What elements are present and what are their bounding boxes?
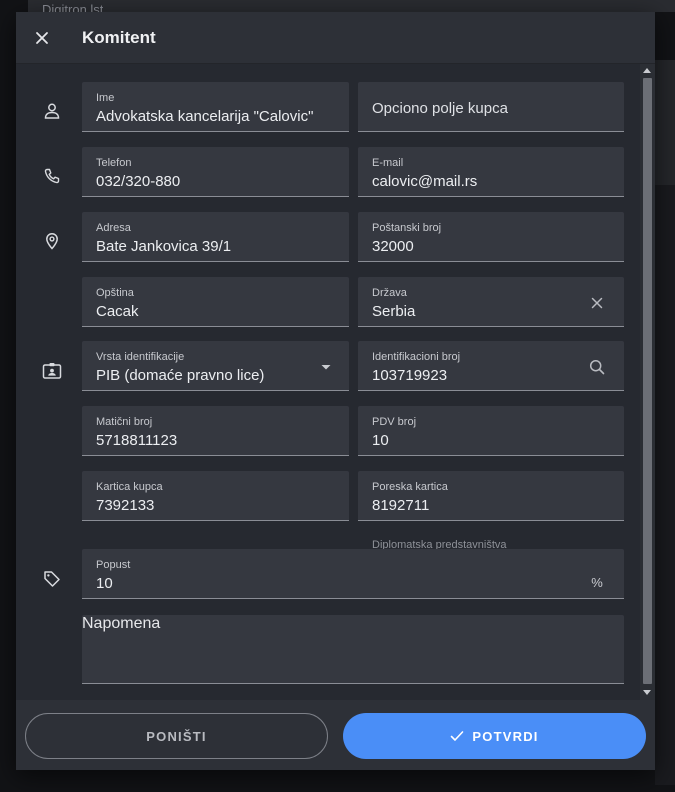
scrollbar[interactable] xyxy=(640,64,655,700)
maticni-broj-label: Matični broj xyxy=(96,416,153,428)
close-icon xyxy=(36,32,48,44)
poreska-kartica-label: Poreska kartica xyxy=(372,481,448,493)
ime-label: Ime xyxy=(96,92,115,104)
opstina-value: Cacak xyxy=(96,303,139,320)
napomena-textarea[interactable]: Napomena xyxy=(82,615,624,684)
ime-value: Advokatska kancelarija "Calovic" xyxy=(96,108,314,125)
vrsta-identifikacije-select[interactable]: Vrsta identifikacije PIB (domaće pravno … xyxy=(82,341,349,391)
tag-icon xyxy=(42,569,62,589)
dialog-title: Komitent xyxy=(82,28,156,47)
adresa-label: Adresa xyxy=(96,222,131,234)
pdv-broj-label: PDV broj xyxy=(372,416,417,428)
kartica-kupca-field[interactable]: Kartica kupca 7392133 xyxy=(82,471,349,521)
background-panel-lower xyxy=(655,185,675,785)
poreska-kartica-value: 8192711 xyxy=(372,497,430,514)
popust-value: 10 xyxy=(96,575,113,592)
dialog-footer: PONIŠTI POTVRDI xyxy=(16,700,655,770)
popust-field[interactable]: Popust 10 % xyxy=(82,549,624,599)
percent-suffix: % xyxy=(591,574,603,590)
cancel-button-label: PONIŠTI xyxy=(146,728,207,744)
postanski-broj-value: 32000 xyxy=(372,238,414,255)
postanski-broj-field[interactable]: Poštanski broj 32000 xyxy=(358,212,624,262)
scroll-up-arrow[interactable] xyxy=(643,68,651,73)
vrsta-identifikacije-label: Vrsta identifikacije xyxy=(96,351,185,363)
email-label: E-mail xyxy=(372,157,404,169)
adresa-value: Bate Jankovica 39/1 xyxy=(96,238,232,255)
telefon-value: 032/320-880 xyxy=(96,173,181,190)
opstina-field[interactable]: Opština Cacak xyxy=(82,277,349,327)
confirm-button[interactable]: POTVRDI xyxy=(343,713,646,759)
identifikacioni-broj-field[interactable]: Identifikacioni broj 103719923 xyxy=(358,341,624,391)
maticni-broj-field[interactable]: Matični broj 5718811123 xyxy=(82,406,349,456)
kartica-kupca-value: 7392133 xyxy=(96,497,155,514)
opciono-polje-field[interactable]: Opciono polje kupca xyxy=(358,82,624,132)
dialog-header: Komitent xyxy=(16,12,655,64)
poreska-kartica-field[interactable]: Poreska kartica 8192711 xyxy=(358,471,624,521)
popust-label: Popust xyxy=(96,559,131,571)
cancel-button[interactable]: PONIŠTI xyxy=(25,713,328,759)
close-button[interactable] xyxy=(30,26,54,50)
search-icon xyxy=(589,359,605,375)
telefon-field[interactable]: Telefon 032/320-880 xyxy=(82,147,349,197)
person-icon xyxy=(42,101,62,121)
identifikacioni-search-button[interactable] xyxy=(588,358,606,376)
drzava-label: Država xyxy=(372,287,407,299)
clear-icon xyxy=(591,297,603,309)
dropdown-arrow-icon xyxy=(317,358,335,376)
drzava-value: Serbia xyxy=(372,303,416,320)
background-panel xyxy=(655,60,675,185)
background-topbar xyxy=(28,0,675,12)
drzava-field[interactable]: Država Serbia xyxy=(358,277,624,327)
napomena-placeholder: Napomena xyxy=(82,615,161,632)
scrollbar-thumb[interactable] xyxy=(643,78,652,684)
check-icon xyxy=(450,730,464,742)
confirm-button-label: POTVRDI xyxy=(472,728,539,744)
postanski-broj-label: Poštanski broj xyxy=(372,222,442,234)
drzava-clear-button[interactable] xyxy=(588,294,606,312)
location-pin-icon xyxy=(42,231,62,251)
adresa-field[interactable]: Adresa Bate Jankovica 39/1 xyxy=(82,212,349,262)
scroll-down-arrow[interactable] xyxy=(643,690,651,695)
phone-icon xyxy=(42,166,62,186)
kartica-kupca-label: Kartica kupca xyxy=(96,481,163,493)
komitent-dialog: Komitent Ime Advokatska kancelarija "Cal… xyxy=(16,12,655,770)
maticni-broj-value: 5718811123 xyxy=(96,432,178,449)
dialog-body: Ime Advokatska kancelarija "Calovic" Opc… xyxy=(16,64,655,700)
email-value: calovic@mail.rs xyxy=(372,173,478,190)
ime-field[interactable]: Ime Advokatska kancelarija "Calovic" xyxy=(82,82,349,132)
telefon-label: Telefon xyxy=(96,157,132,169)
id-card-icon xyxy=(42,361,62,381)
pdv-broj-value: 10 xyxy=(372,432,389,449)
identifikacioni-broj-value: 103719923 xyxy=(372,367,448,384)
pdv-broj-field[interactable]: PDV broj 10 xyxy=(358,406,624,456)
email-field[interactable]: E-mail calovic@mail.rs xyxy=(358,147,624,197)
vrsta-identifikacije-value: PIB (domaće pravno lice) xyxy=(96,367,265,384)
opstina-label: Opština xyxy=(96,287,134,299)
opciono-polje-placeholder: Opciono polje kupca xyxy=(372,100,508,117)
identifikacioni-broj-label: Identifikacioni broj xyxy=(372,351,461,363)
